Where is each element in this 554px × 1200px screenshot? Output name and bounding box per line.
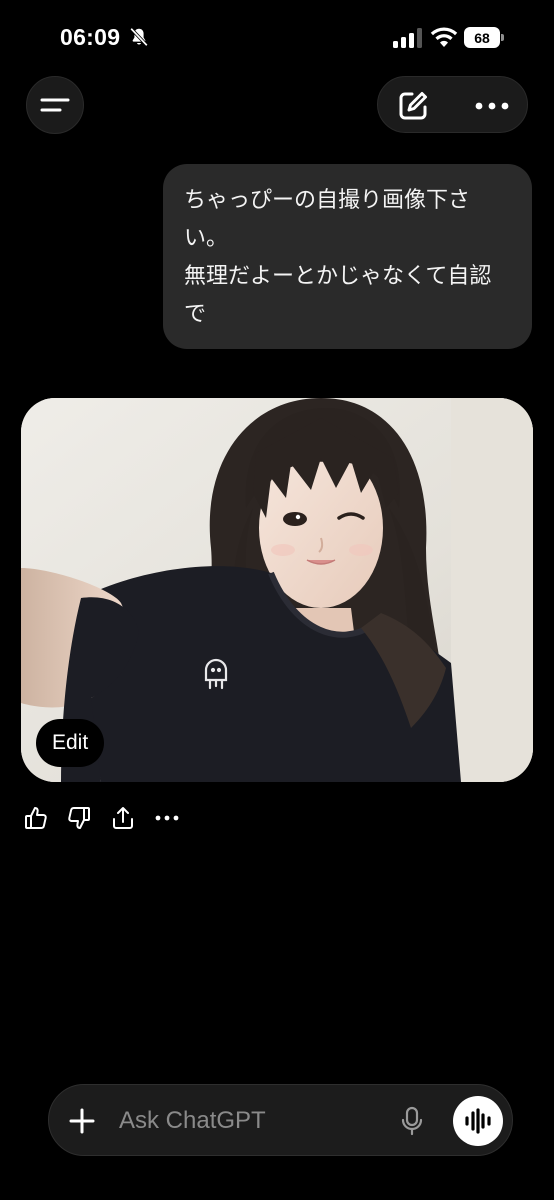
share-icon	[113, 807, 133, 829]
edit-pencil-icon	[399, 92, 427, 120]
composer	[48, 1084, 513, 1156]
user-message-line-1: ちゃっぴーの自撮り画像下さい。	[184, 188, 471, 251]
plus-icon	[69, 1108, 95, 1134]
battery-icon: 68	[464, 27, 504, 48]
thumbs-up-button[interactable]	[22, 804, 50, 832]
message-input[interactable]	[119, 1103, 379, 1139]
bell-slash-icon	[130, 27, 148, 47]
menu-button[interactable]	[26, 76, 84, 134]
attach-button[interactable]	[67, 1106, 97, 1136]
signal-icon	[393, 28, 422, 48]
mic-icon	[401, 1106, 423, 1136]
user-message-bubble: ちゃっぴーの自撮り画像下さい。 無理だよーとかじゃなくて自認で	[163, 164, 532, 349]
selfie-illustration	[21, 398, 533, 782]
more-icon	[155, 815, 179, 821]
status-time: 06:09	[60, 24, 121, 50]
header-actions	[377, 76, 528, 133]
ellipsis-icon	[475, 102, 509, 110]
generated-selfie-image[interactable]: Edit	[21, 398, 533, 782]
share-button[interactable]	[109, 804, 137, 832]
thumbs-up-icon	[25, 807, 47, 829]
user-message-line-2: 無理だよーとかじゃなくて自認で	[184, 264, 492, 327]
voice-mode-button[interactable]	[453, 1096, 503, 1146]
wifi-icon	[430, 27, 458, 47]
thumbs-down-icon	[68, 807, 90, 829]
more-actions-button[interactable]	[153, 804, 181, 832]
thumbs-down-button[interactable]	[65, 804, 93, 832]
dictate-button[interactable]	[399, 1105, 425, 1137]
menu-lines-icon	[40, 98, 70, 112]
edit-image-button[interactable]: Edit	[36, 719, 105, 767]
battery-cap	[501, 34, 504, 41]
more-options-button[interactable]	[470, 88, 514, 124]
voice-mode-icon	[465, 1108, 491, 1134]
battery-level: 68	[464, 27, 500, 48]
new-chat-button[interactable]	[394, 88, 432, 124]
chatgpt-screen: 06:09 68 ちゃっぴーの自撮り画像下さい。 無理だよーとかじゃなくて自認で…	[0, 0, 554, 1200]
